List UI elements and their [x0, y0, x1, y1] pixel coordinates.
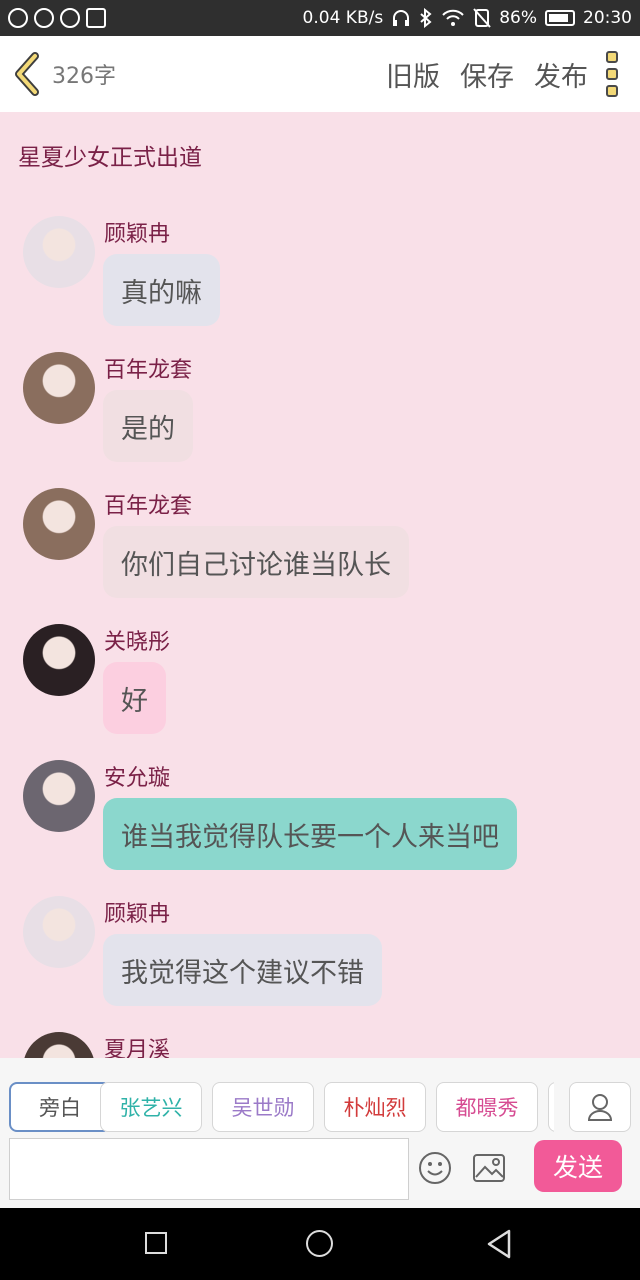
system-nav-bar	[0, 1208, 640, 1280]
status-right: 0.04 KB/s 86% 20:30	[303, 8, 632, 28]
back-button[interactable]	[0, 36, 52, 112]
message-bubble[interactable]: 我觉得这个建议不错	[103, 934, 382, 1006]
message-bubble[interactable]: 是的	[103, 390, 193, 462]
avatar[interactable]	[23, 896, 95, 968]
clock: 20:30	[583, 8, 632, 28]
message-input[interactable]	[9, 1138, 409, 1200]
home-icon[interactable]	[306, 1230, 333, 1257]
bluetooth-icon	[420, 8, 432, 28]
word-count: 326字	[52, 64, 116, 89]
composer-panel: 旁白 张艺兴 吴世勋 朴灿烈 都暻秀 发送	[0, 1058, 640, 1208]
sender-name: 百年龙套	[104, 494, 193, 519]
toolbar-actions: 旧版 保存 发布	[386, 55, 588, 94]
network-speed: 0.04 KB/s	[302, 8, 384, 28]
chevron-left-icon	[15, 52, 39, 96]
sender-name: 百年龙套	[104, 358, 193, 383]
sender-name: 安允璇	[104, 766, 171, 791]
back-triangle-icon[interactable]	[484, 1228, 514, 1260]
character-manager-button[interactable]	[569, 1082, 631, 1132]
character-chip[interactable]: 旁白	[9, 1082, 111, 1132]
battery-icon	[545, 10, 575, 26]
sender-name: 顾颖冉	[104, 222, 171, 247]
sender-name: 关晓彤	[104, 630, 171, 655]
avatar[interactable]	[23, 624, 95, 696]
character-chip-partial[interactable]	[548, 1082, 554, 1132]
message-icon	[60, 8, 80, 28]
search-icon	[34, 8, 54, 28]
message-bubble[interactable]: 你们自己讨论谁当队长	[103, 526, 409, 598]
save-button[interactable]: 保存	[460, 55, 514, 94]
send-button[interactable]: 发送	[534, 1140, 622, 1192]
person-icon	[587, 1094, 613, 1121]
character-chip[interactable]: 都暻秀	[436, 1082, 538, 1132]
image-icon[interactable]	[472, 1153, 506, 1183]
avatar[interactable]	[23, 760, 95, 832]
character-chip[interactable]: 张艺兴	[100, 1082, 202, 1132]
more-menu-icon[interactable]	[606, 51, 618, 97]
message-bubble[interactable]: 真的嘛	[103, 254, 220, 326]
publish-button[interactable]: 发布	[534, 55, 588, 94]
message-bubble[interactable]: 好	[103, 662, 166, 734]
status-left-icons	[8, 8, 106, 28]
chat-area: 星夏少女正式出道 顾颖冉 真的嘛 百年龙套 是的 百年龙套 你们自己讨论谁当队长…	[0, 112, 640, 1058]
silent-icon	[473, 8, 491, 28]
old-version-button[interactable]: 旧版	[386, 55, 440, 94]
recent-apps-icon[interactable]	[145, 1232, 167, 1254]
sender-name: 顾颖冉	[104, 902, 171, 927]
weibo-icon	[8, 8, 28, 28]
wifi-icon	[442, 9, 464, 26]
emoji-icon[interactable]	[418, 1151, 452, 1185]
story-title: 星夏少女正式出道	[18, 145, 202, 171]
battery-percent: 86%	[499, 8, 537, 28]
avatar[interactable]	[23, 352, 95, 424]
sender-name: 夏月溪	[104, 1038, 171, 1058]
character-selector: 旁白 张艺兴 吴世勋 朴灿烈 都暻秀	[9, 1082, 554, 1134]
avatar[interactable]	[23, 488, 95, 560]
message-bubble[interactable]: 谁当我觉得队长要一个人来当吧	[103, 798, 517, 870]
character-chip[interactable]: 朴灿烈	[324, 1082, 426, 1132]
character-chip[interactable]: 吴世勋	[212, 1082, 314, 1132]
editor-toolbar: 326字 旧版 保存 发布	[0, 36, 640, 112]
image-icon	[86, 8, 106, 28]
headphones-icon	[393, 10, 410, 26]
avatar[interactable]	[23, 216, 95, 288]
status-bar: 0.04 KB/s 86% 20:30	[0, 0, 640, 36]
avatar[interactable]	[23, 1032, 95, 1058]
